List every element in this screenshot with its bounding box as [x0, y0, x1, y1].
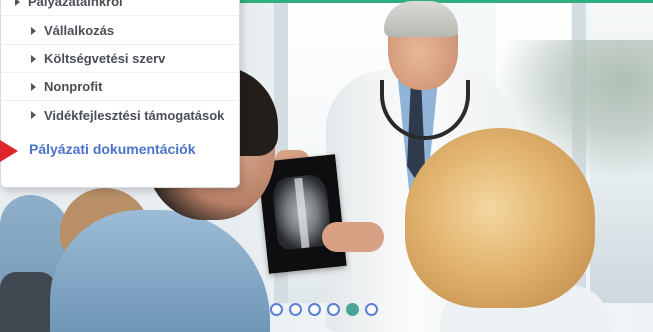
menu-item-palyazati-dokumentaciok[interactable]: Pályázati dokumentációk	[1, 135, 239, 163]
menu-item-koltsegvetesi-szerv[interactable]: Költségvetési szerv	[1, 45, 239, 73]
audience-member-hair	[405, 128, 595, 308]
red-arrow-pointer-icon	[0, 140, 18, 162]
slider-dot[interactable]	[270, 303, 283, 316]
menu-item-videkfejlesztesi-tamogatasok[interactable]: Vidékfejlesztési támogatások	[1, 101, 239, 129]
menu-item-nonprofit[interactable]: Nonprofit	[1, 73, 239, 101]
menu-item-label: Nonprofit	[44, 79, 103, 94]
slider-dot[interactable]	[308, 303, 321, 316]
caret-right-icon	[31, 82, 36, 91]
slider-dot[interactable]	[289, 303, 302, 316]
doctor-hair	[384, 1, 458, 37]
caret-right-icon	[31, 111, 36, 119]
caret-right-icon	[15, 0, 20, 6]
slider-pagination	[270, 303, 378, 316]
menu-item-vallalkozas[interactable]: Vállalkozás	[1, 17, 239, 45]
menu-item-label: Költségvetési szerv	[44, 51, 166, 66]
dropdown-menu: Pályázatainkról Vállalkozás Költségvetés…	[0, 0, 240, 188]
menu-item-label: Vidékfejlesztési támogatások	[44, 107, 225, 123]
caret-right-icon	[31, 26, 36, 35]
slider-dot[interactable]	[346, 303, 359, 316]
chair	[0, 272, 56, 332]
slider-dot[interactable]	[327, 303, 340, 316]
menu-item-label: Pályázatainkról	[28, 0, 123, 9]
menu-item-label: Vállalkozás	[44, 23, 115, 38]
menu-item-label: Pályázati dokumentációk	[29, 141, 196, 157]
caret-right-icon	[31, 54, 36, 63]
doctor-hand	[322, 222, 384, 252]
menu-item-parent[interactable]: Pályázatainkról	[1, 0, 239, 16]
slider-dot[interactable]	[365, 303, 378, 316]
